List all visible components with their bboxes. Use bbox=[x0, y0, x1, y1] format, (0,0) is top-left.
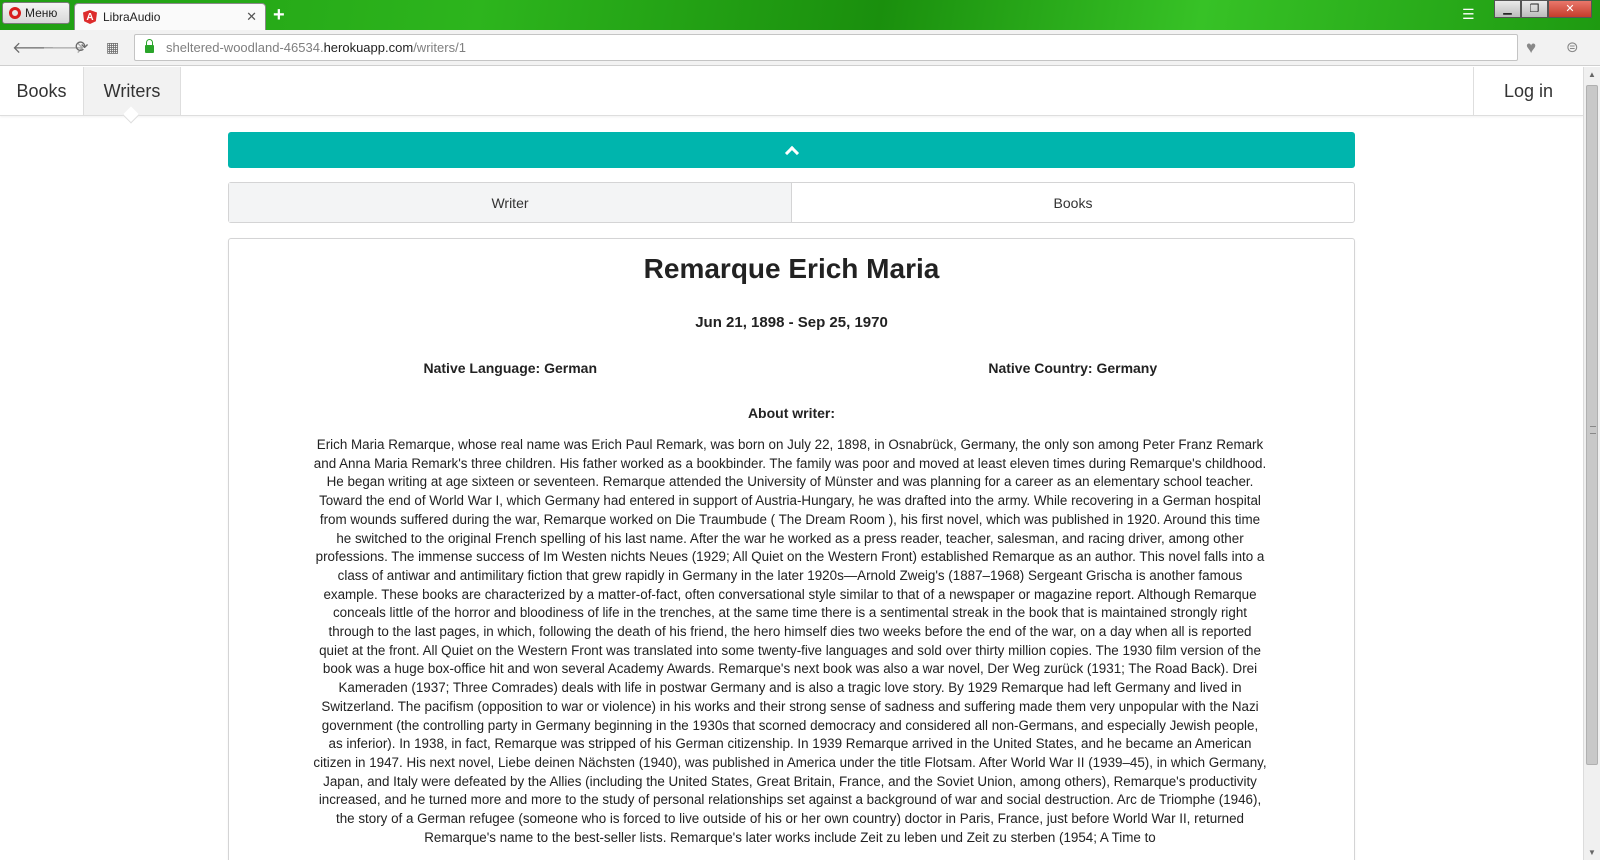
chevron-up-icon bbox=[784, 145, 799, 160]
opera-menu-label: Меню bbox=[25, 6, 58, 20]
speed-dial-icon[interactable]: ▦ bbox=[106, 39, 119, 56]
opera-menu-button[interactable]: Меню bbox=[2, 2, 70, 24]
tab-close-icon[interactable]: ✕ bbox=[246, 9, 257, 25]
bookmark-heart-icon[interactable]: ♥ bbox=[1526, 38, 1536, 58]
tab-books[interactable]: Books bbox=[792, 183, 1354, 222]
scroll-thumb[interactable] bbox=[1586, 85, 1598, 765]
page-scrollbar[interactable]: ▲ ▼ bbox=[1583, 67, 1600, 860]
scroll-up-icon[interactable]: ▲ bbox=[1588, 70, 1596, 79]
reload-icon[interactable]: ⟳ bbox=[75, 37, 88, 57]
url-domain: herokuapp.com bbox=[323, 40, 414, 55]
close-window-icon[interactable]: ✕ bbox=[1548, 0, 1592, 18]
native-language: Native Language: German bbox=[423, 360, 598, 376]
writer-name: Remarque Erich Maria bbox=[643, 253, 940, 284]
tabs-menu-icon[interactable]: ☰ bbox=[1462, 6, 1475, 23]
extension-icon[interactable]: ⊜ bbox=[1566, 38, 1579, 56]
url-path: /writers/1 bbox=[413, 40, 466, 55]
tab-writer[interactable]: Writer bbox=[229, 183, 792, 222]
scroll-down-icon[interactable]: ▼ bbox=[1588, 848, 1596, 857]
window-controls: ▁ ❐ ✕ bbox=[1494, 0, 1592, 18]
tab-title: LibraAudio bbox=[103, 10, 161, 24]
maximize-icon[interactable]: ❐ bbox=[1521, 0, 1548, 18]
browser-tab[interactable]: A LibraAudio ✕ bbox=[74, 3, 266, 30]
scroll-grip-icon bbox=[1590, 426, 1596, 434]
nav-books[interactable]: Books bbox=[0, 67, 84, 115]
nav-login[interactable]: Log in bbox=[1473, 67, 1583, 115]
writer-subtabs: Writer Books bbox=[228, 182, 1355, 223]
lock-icon bbox=[145, 39, 154, 53]
writer-meta: Native Language: German Native Country: … bbox=[229, 360, 1354, 376]
url-subdomain: sheltered-woodland-46534. bbox=[166, 40, 324, 55]
native-country: Native Country: Germany bbox=[988, 360, 1158, 376]
new-tab-button[interactable]: + bbox=[273, 4, 285, 27]
browser-titlebar: Меню A LibraAudio ✕ + ☰ ▁ ❐ ✕ bbox=[0, 0, 1600, 30]
angular-favicon-icon: A bbox=[83, 10, 97, 24]
opera-logo-icon bbox=[9, 7, 21, 19]
page-viewport: Books Writers Log in Writer Books Remarq… bbox=[0, 67, 1583, 860]
about-text: Erich Maria Remarque, whose real name wa… bbox=[313, 437, 1267, 845]
minimize-icon[interactable]: ▁ bbox=[1494, 0, 1521, 18]
writer-card: Remarque Erich Maria Jun 21, 1898 - Sep … bbox=[228, 238, 1355, 860]
browser-toolbar: 🡐 🡒 ⟳ ▦ sheltered-woodland-46534. herokua… bbox=[0, 30, 1600, 66]
about-heading: About writer: bbox=[747, 405, 836, 421]
top-navigation: Books Writers Log in bbox=[0, 67, 1583, 116]
collapse-toggle-button[interactable] bbox=[228, 132, 1355, 168]
writer-dates: Jun 21, 1898 - Sep 25, 1970 bbox=[695, 314, 888, 331]
address-bar[interactable]: sheltered-woodland-46534. herokuapp.com/w… bbox=[134, 34, 1518, 61]
